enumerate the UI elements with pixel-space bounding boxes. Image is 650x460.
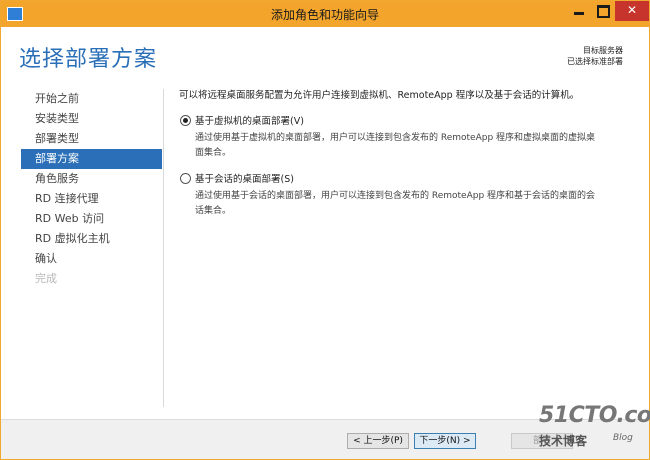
watermark-subtitle: 技术博客 bbox=[539, 434, 588, 448]
nav-step-rd-virtualization-host[interactable]: RD 虚拟化主机 bbox=[21, 229, 162, 249]
intro-text: 可以将远程桌面服务配置为允许用户连接到虚拟机、RemoteApp 程序以及基于会… bbox=[179, 90, 580, 101]
close-button[interactable]: ✕ bbox=[615, 1, 649, 21]
minimize-button[interactable] bbox=[567, 1, 591, 21]
radio-vm-based[interactable] bbox=[180, 115, 191, 126]
nav-step-deployment-type[interactable]: 部署类型 bbox=[21, 129, 162, 149]
option-vm-based-label[interactable]: 基于虚拟机的桌面部署(V) bbox=[195, 113, 304, 127]
destination-server: 目标服务器 已选择标准部署 bbox=[567, 45, 623, 67]
option-vm-based-desc-line2: 面集合。 bbox=[195, 148, 232, 158]
previous-button[interactable]: < 上一步(P) bbox=[347, 433, 409, 449]
maximize-button[interactable] bbox=[591, 1, 615, 21]
watermark-blog: Blog bbox=[613, 433, 633, 443]
option-session-based-desc-line1: 通过使用基于会话的桌面部署，用户可以连接到包含发布的 RemoteApp 程序和… bbox=[195, 191, 596, 201]
nav-step-completion: 完成 bbox=[35, 272, 57, 285]
close-icon: ✕ bbox=[626, 3, 638, 17]
wizard-window: 添加角色和功能向导 ✕ 选择部署方案 目标服务器 已选择标准部署 开始之前 安装… bbox=[0, 0, 650, 460]
nav-step-deployment-scenario[interactable]: 部署方案 bbox=[21, 149, 162, 169]
nav-step-before-you-begin[interactable]: 开始之前 bbox=[21, 89, 162, 109]
option-session-based-desc-line2: 话集合。 bbox=[195, 206, 232, 216]
option-session-based-label[interactable]: 基于会话的桌面部署(S) bbox=[195, 171, 294, 185]
wizard-steps-nav: 开始之前 安装类型 部署类型 部署方案 角色服务 RD 连接代理 RD Web … bbox=[21, 89, 162, 289]
nav-divider bbox=[163, 89, 164, 407]
nav-step-rd-web-access[interactable]: RD Web 访问 bbox=[21, 209, 162, 229]
destination-value: 已选择标准部署 bbox=[567, 57, 623, 66]
page-title: 选择部署方案 bbox=[19, 47, 158, 72]
next-button[interactable]: 下一步(N) > bbox=[414, 433, 476, 449]
nav-step-rd-connection-broker[interactable]: RD 连接代理 bbox=[21, 189, 162, 209]
maximize-icon bbox=[597, 5, 610, 18]
option-vm-based-desc-line1: 通过使用基于虚拟机的桌面部署，用户可以连接到包含发布的 RemoteApp 程序… bbox=[195, 133, 596, 143]
nav-step-role-services[interactable]: 角色服务 bbox=[21, 169, 162, 189]
radio-selected-dot bbox=[183, 118, 188, 123]
nav-step-installation-type[interactable]: 安装类型 bbox=[21, 109, 162, 129]
title-bar[interactable]: 添加角色和功能向导 ✕ bbox=[1, 1, 649, 27]
watermark-site: 51CTO.com bbox=[539, 403, 650, 428]
option-vm-based[interactable]: 基于虚拟机的桌面部署(V) 通过使用基于虚拟机的桌面部署，用户可以连接到包含发布… bbox=[179, 113, 634, 163]
watermark: 51CTO.com 技术博客 Blog bbox=[509, 403, 650, 459]
option-vm-based-description: 通过使用基于虚拟机的桌面部署，用户可以连接到包含发布的 RemoteApp 程序… bbox=[195, 131, 635, 161]
main-content: 可以将远程桌面服务配置为允许用户连接到虚拟机、RemoteApp 程序以及基于会… bbox=[179, 89, 634, 216]
radio-session-based[interactable] bbox=[180, 173, 191, 184]
destination-label: 目标服务器 bbox=[583, 46, 623, 55]
window-title: 添加角色和功能向导 bbox=[270, 8, 379, 22]
option-session-based-description: 通过使用基于会话的桌面部署，用户可以连接到包含发布的 RemoteApp 程序和… bbox=[195, 189, 635, 219]
nav-step-confirmation[interactable]: 确认 bbox=[21, 249, 162, 269]
option-session-based[interactable]: 基于会话的桌面部署(S) 通过使用基于会话的桌面部署，用户可以连接到包含发布的 … bbox=[179, 171, 634, 221]
minimize-icon bbox=[574, 12, 584, 15]
